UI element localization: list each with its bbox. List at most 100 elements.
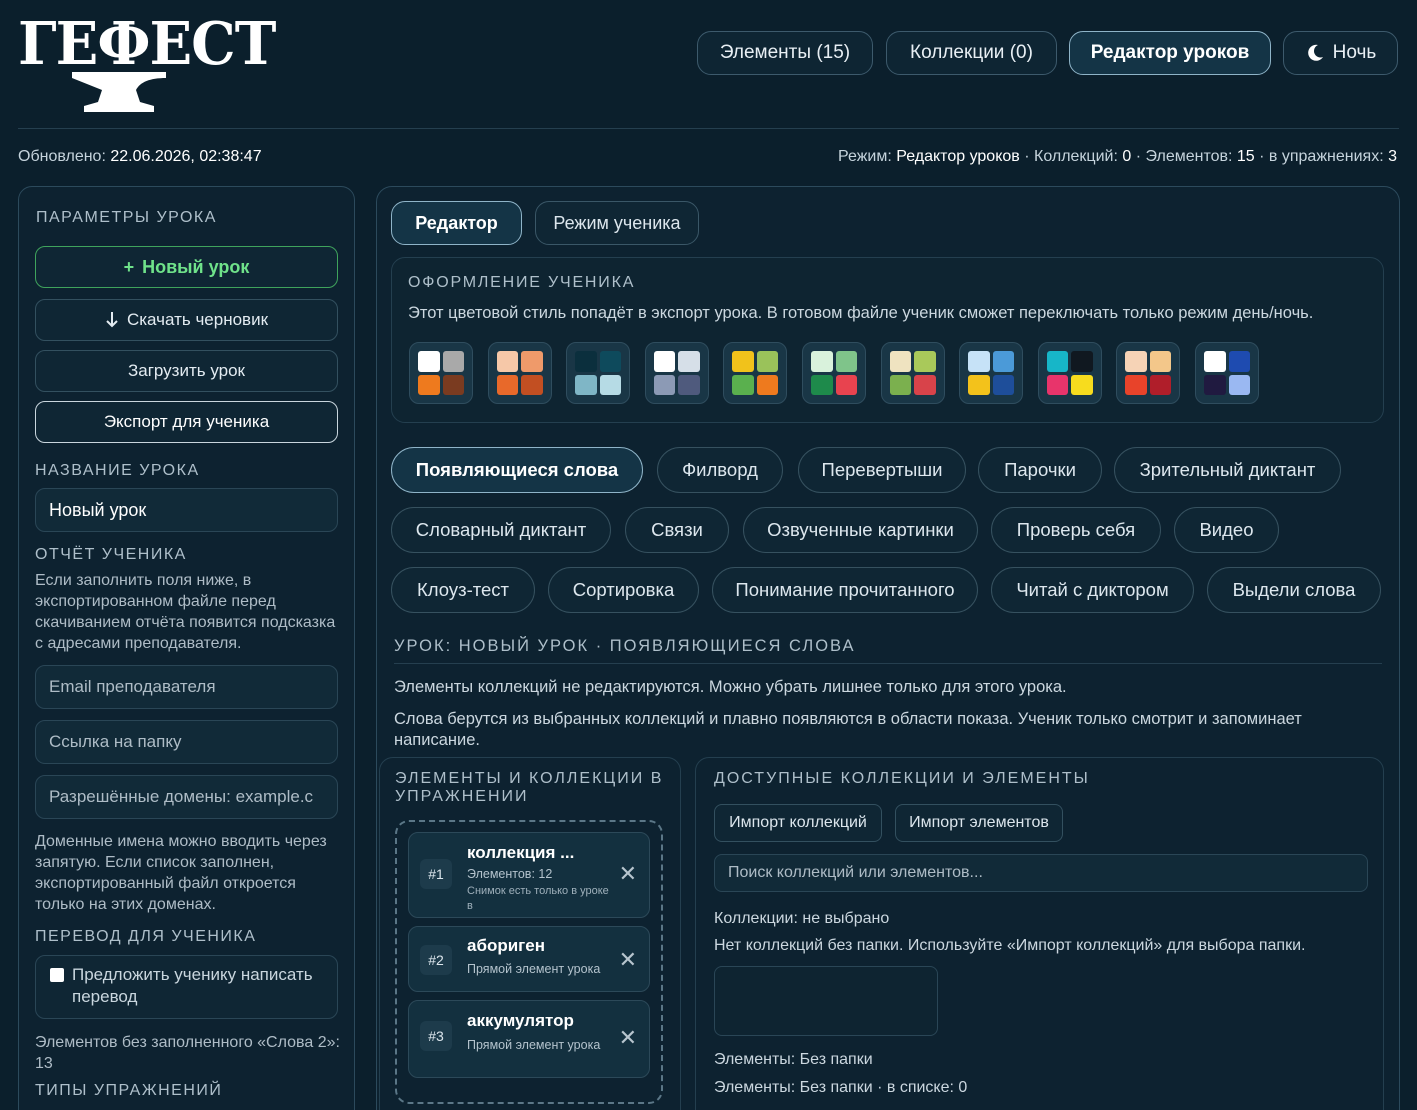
- swatch-color: [992, 374, 1015, 395]
- collections-list-empty: [714, 966, 938, 1036]
- exercise-type-pill[interactable]: Проверь себя: [991, 507, 1161, 553]
- exercise-type-pill[interactable]: Клоуз-тест: [391, 567, 535, 613]
- available-collections-section: ДОСТУПНЫЕ КОЛЛЕКЦИИ И ЭЛЕМЕНТЫ Импорт ко…: [695, 757, 1384, 1110]
- swatch-color: [1228, 374, 1250, 395]
- in-exercises-label: · в упражнениях:: [1259, 148, 1384, 165]
- exercise-type-pill[interactable]: Читай с диктором: [991, 567, 1194, 613]
- night-mode-label: Ночь: [1332, 42, 1377, 63]
- elements-count-value: 15: [1236, 148, 1255, 165]
- exercise-item[interactable]: #1 коллекция ... Элементов: 12 Снимок ес…: [408, 832, 650, 918]
- translation-checkbox[interactable]: [50, 968, 64, 982]
- exercise-items-dropzone[interactable]: #1 коллекция ... Элементов: 12 Снимок ес…: [395, 820, 663, 1104]
- swatch-color: [756, 351, 779, 372]
- theme-swatch[interactable]: [409, 342, 473, 404]
- item-number: #3: [420, 1021, 452, 1051]
- theme-swatch[interactable]: [644, 342, 709, 404]
- theme-swatch[interactable]: [1195, 342, 1259, 404]
- translation-option[interactable]: Предложить ученику написать перевод: [35, 955, 338, 1019]
- exercise-item[interactable]: #3 аккумулятор Прямой элемент урока ✕: [408, 1000, 650, 1078]
- tab-student-mode[interactable]: Режим ученика: [535, 201, 699, 245]
- item-subtitle: Прямой элемент урока: [467, 1038, 601, 1052]
- swatch-color: [1125, 351, 1147, 372]
- theme-description: Этот цветовой стиль попадёт в экспорт ур…: [408, 304, 1314, 322]
- exercise-type-pill[interactable]: Появляющиеся слова: [391, 447, 643, 493]
- theme-swatch[interactable]: [880, 342, 945, 404]
- nav-collections-button[interactable]: Коллекции (0): [886, 31, 1057, 75]
- nav-lesson-editor-button[interactable]: Редактор уроков: [1069, 31, 1271, 75]
- collections-selected-text: Коллекции: не выбрано: [714, 910, 890, 927]
- theme-swatch[interactable]: [1037, 342, 1102, 404]
- exercise-type-pill[interactable]: Озвученные картинки: [743, 507, 978, 553]
- nav-lesson-editor-label: Редактор уроков: [1090, 42, 1250, 63]
- remove-item-close-icon[interactable]: ✕: [619, 861, 637, 887]
- remove-item-close-icon[interactable]: ✕: [619, 1025, 637, 1051]
- lesson-name-input[interactable]: Новый урок: [35, 488, 338, 532]
- swatch-color: [1204, 351, 1226, 372]
- collections-count-value: 0: [1122, 148, 1132, 165]
- elements-count-text: Элементы: Без папки · в списке: 0: [714, 1079, 968, 1096]
- import-elements-button[interactable]: Импорт элементов: [895, 804, 1063, 842]
- translation-checkbox-label: Предложить ученику написать перевод: [72, 965, 313, 1006]
- load-lesson-button[interactable]: Загрузить урок: [35, 350, 338, 392]
- item-title: коллекция ...: [467, 843, 575, 862]
- folder-link-input[interactable]: Ссылка на папку: [35, 720, 338, 764]
- swatch-color: [732, 351, 754, 372]
- exercise-type-pill[interactable]: Зрительный диктант: [1114, 447, 1341, 493]
- exercise-type-pill[interactable]: Парочки: [978, 447, 1102, 493]
- night-mode-button[interactable]: Ночь: [1283, 31, 1398, 75]
- export-student-label: Экспорт для ученика: [103, 412, 270, 431]
- exercise-description: Слова берутся из выбранных коллекций и п…: [394, 710, 1302, 749]
- swatch-color: [914, 374, 936, 395]
- collections-hint-text: Нет коллекций без папки. Используйте «Им…: [714, 937, 1306, 954]
- exercise-type-pill[interactable]: Сортировка: [548, 567, 699, 613]
- exercise-type-pill[interactable]: Связи: [625, 507, 729, 553]
- download-draft-button[interactable]: Скачать черновик: [35, 299, 338, 341]
- student-theme-section: ОФОРМЛЕНИЕ УЧЕНИКА Этот цветовой стиль п…: [391, 257, 1384, 423]
- theme-swatch[interactable]: [723, 342, 788, 404]
- theme-swatch[interactable]: [487, 342, 552, 404]
- item-subtitle: Прямой элемент урока: [467, 962, 601, 976]
- swatch-color: [1071, 374, 1093, 395]
- load-lesson-label: Загрузить урок: [128, 361, 245, 380]
- swatch-color: [811, 374, 833, 395]
- swatch-color: [599, 351, 622, 372]
- exercise-item[interactable]: #2 абориген Прямой элемент урока ✕: [408, 926, 650, 992]
- anvil-icon: [72, 72, 166, 112]
- exercise-type-pill[interactable]: Видео: [1174, 507, 1279, 553]
- lesson-name-title: НАЗВАНИЕ УРОКА: [35, 462, 200, 479]
- swatch-color: [653, 374, 676, 395]
- swatch-color: [599, 374, 622, 395]
- report-title: ОТЧЁТ УЧЕНИКА: [35, 546, 187, 563]
- download-draft-label: Скачать черновик: [126, 310, 269, 329]
- exercise-type-pill[interactable]: Понимание прочитанного: [712, 567, 978, 613]
- mode-status: Режим: Редактор уроков · Коллекций: 0 · …: [838, 148, 1397, 166]
- teacher-email-input[interactable]: Email преподавателя: [35, 665, 338, 709]
- swatch-color: [992, 351, 1015, 372]
- available-title: ДОСТУПНЫЕ КОЛЛЕКЦИИ И ЭЛЕМЕНТЫ: [714, 770, 1090, 787]
- theme-swatch[interactable]: [1116, 342, 1181, 404]
- exercise-type-pill[interactable]: Выдели слова: [1207, 567, 1381, 613]
- remove-item-close-icon[interactable]: ✕: [619, 947, 637, 973]
- theme-swatch[interactable]: [959, 342, 1024, 404]
- item-note: Снимок есть только в уроке в: [467, 885, 609, 912]
- theme-swatch[interactable]: [566, 342, 631, 404]
- allowed-domains-input[interactable]: Разрешённые домены: example.c: [35, 775, 338, 819]
- swatch-color: [889, 374, 912, 395]
- nav-elements-button[interactable]: Элементы (15): [697, 31, 873, 75]
- lesson-heading: УРОК: НОВЫЙ УРОК · ПОЯВЛЯЮЩИЕСЯ СЛОВА: [394, 637, 856, 655]
- plus-icon: +: [123, 256, 135, 277]
- export-student-button[interactable]: Экспорт для ученика: [35, 401, 338, 443]
- swatch-color: [1046, 374, 1069, 395]
- theme-swatch[interactable]: [802, 342, 866, 404]
- exercise-types-title: ТИПЫ УПРАЖНЕНИЙ: [35, 1082, 223, 1099]
- moon-icon: [1307, 44, 1323, 61]
- import-collections-button[interactable]: Импорт коллекций: [714, 804, 882, 842]
- tab-editor[interactable]: Редактор: [391, 201, 522, 245]
- collections-search-input[interactable]: Поиск коллекций или элементов...: [714, 854, 1368, 892]
- swatch-color: [1071, 351, 1093, 372]
- exercise-type-pill[interactable]: Филворд: [657, 447, 783, 493]
- exercise-type-pill[interactable]: Словарный диктант: [391, 507, 611, 553]
- exercise-type-pill[interactable]: Перевертыши: [798, 447, 966, 493]
- new-lesson-button[interactable]: + Новый урок: [35, 246, 338, 288]
- swatch-color: [575, 374, 597, 395]
